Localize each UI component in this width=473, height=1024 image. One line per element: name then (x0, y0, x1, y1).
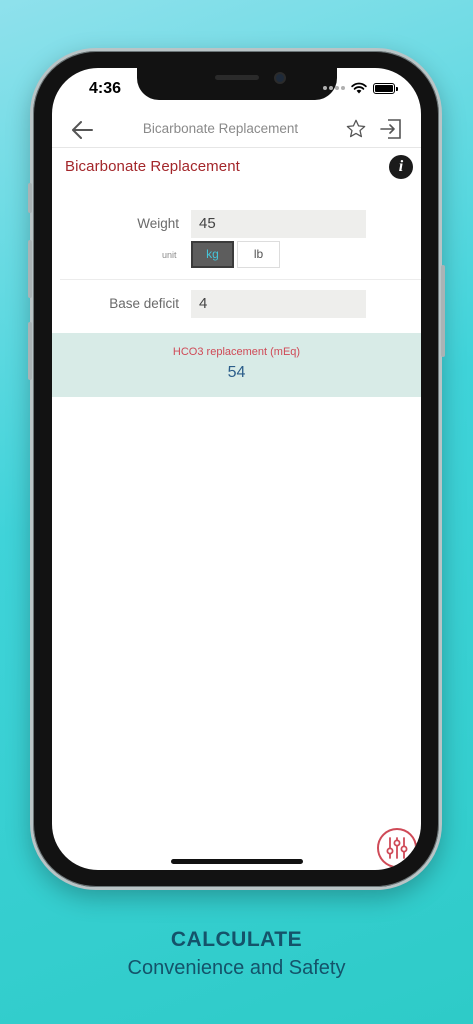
status-time: 4:36 (89, 80, 122, 97)
notch (137, 68, 337, 100)
unit-lb-button[interactable]: lb (237, 241, 280, 268)
weight-input[interactable]: 45 (191, 210, 366, 238)
base-deficit-label: Base deficit (109, 296, 179, 311)
signal-icon (323, 86, 345, 90)
calculator-title: Bicarbonate Replacement (65, 158, 240, 175)
navbar: Bicarbonate Replacement (52, 112, 421, 148)
home-indicator[interactable] (171, 859, 303, 864)
row-divider (60, 279, 421, 280)
unit-label: unit (162, 250, 177, 260)
caption-subtitle: Convenience and Safety (127, 957, 346, 979)
front-camera (274, 72, 286, 84)
unit-kg-button[interactable]: kg (191, 241, 234, 268)
wifi-icon (351, 82, 367, 94)
info-icon[interactable]: i (389, 155, 413, 179)
weight-label: Weight (137, 216, 179, 231)
phone-volume-down (28, 322, 32, 380)
status-icons (323, 82, 398, 94)
base-deficit-input[interactable]: 4 (191, 290, 366, 318)
star-icon[interactable] (345, 118, 367, 140)
result-value: 54 (227, 364, 246, 381)
caption-title: CALCULATE (170, 928, 303, 951)
speaker (215, 75, 259, 80)
back-arrow-icon[interactable] (70, 118, 96, 142)
app-screen: 4:36 Bicarbonate Replacement Bicarbonate… (52, 68, 421, 870)
phone-side-button (28, 183, 32, 213)
result-panel: HCO3 replacement (mEq) 54 (52, 333, 421, 397)
phone-volume-up (28, 240, 32, 298)
battery-icon (373, 82, 398, 94)
result-label: HCO3 replacement (mEq) (172, 346, 301, 358)
phone-power-button (441, 265, 445, 357)
exit-icon[interactable] (379, 118, 403, 140)
sliders-icon[interactable] (377, 828, 417, 868)
nav-title: Bicarbonate Replacement (142, 121, 299, 136)
